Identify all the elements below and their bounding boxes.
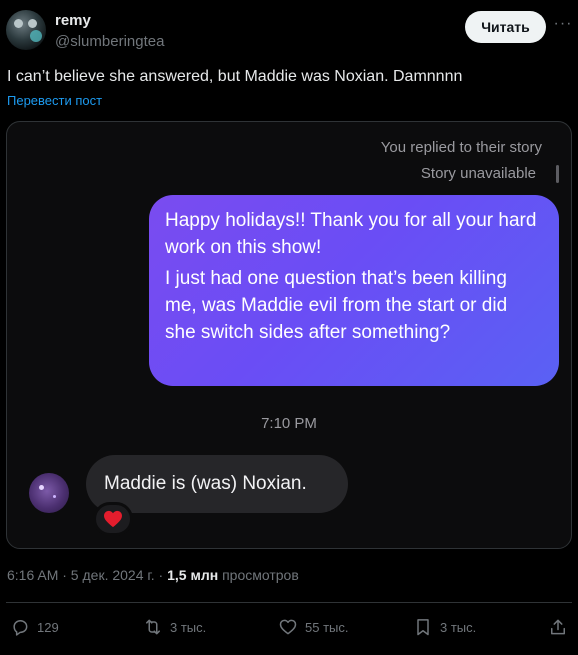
repost-icon	[146, 619, 160, 635]
red-heart-icon	[93, 502, 133, 536]
author-avatar[interactable]	[6, 10, 46, 50]
bookmark-button[interactable]: 3 тыс.	[413, 612, 476, 642]
post-timestamp[interactable]: 6:16 AM · 5 дек. 2024 г.	[7, 567, 155, 583]
tweet-header: remy @slumberingtea Читать ···	[0, 0, 578, 60]
sent-message-line-1: Happy holidays!! Thank you for all your …	[165, 210, 537, 258]
bookmark-icon	[417, 619, 429, 636]
reply-count: 129	[37, 619, 59, 635]
like-button[interactable]: 55 тыс.	[278, 612, 348, 642]
author-handle[interactable]: @slumberingtea	[55, 33, 164, 50]
repost-count: 3 тыс.	[170, 619, 207, 635]
author-name[interactable]: remy	[55, 12, 91, 29]
sent-message-line-2: I just had one question that’s been kill…	[165, 268, 508, 343]
attached-image[interactable]: You replied to their story Story unavail…	[6, 121, 572, 549]
replied-to-story-label: You replied to their story	[380, 139, 542, 156]
more-options-button[interactable]: ···	[552, 16, 574, 36]
share-button[interactable]	[548, 612, 575, 642]
follow-button[interactable]: Читать	[465, 11, 546, 43]
share-icon	[551, 619, 565, 635]
reply-avatar	[29, 473, 69, 513]
meta-separator: ·	[154, 567, 168, 583]
divider	[6, 602, 572, 603]
message-timestamp: 7:10 PM	[261, 415, 317, 432]
heart-icon	[279, 619, 297, 635]
sent-message-bubble: Happy holidays!! Thank you for all your …	[149, 195, 559, 386]
views-count: 1,5 млн	[167, 567, 219, 583]
tweet-meta: 6:16 AM · 5 дек. 2024 г. · 1,5 млн просм…	[7, 567, 299, 583]
tweet-text: I can’t believe she answered, but Maddie…	[7, 68, 463, 85]
heart-reaction-icon	[104, 510, 122, 528]
reply-button[interactable]: 129	[10, 612, 59, 642]
like-count: 55 тыс.	[305, 619, 349, 635]
translate-post-link[interactable]: Перевести пост	[7, 93, 102, 108]
bookmark-count: 3 тыс.	[440, 619, 477, 635]
views-label: просмотров	[222, 567, 299, 583]
repost-button[interactable]: 3 тыс.	[143, 612, 206, 642]
story-indicator-bar	[556, 165, 559, 183]
story-unavailable-label: Story unavailable	[420, 165, 536, 182]
reply-icon	[13, 620, 28, 636]
